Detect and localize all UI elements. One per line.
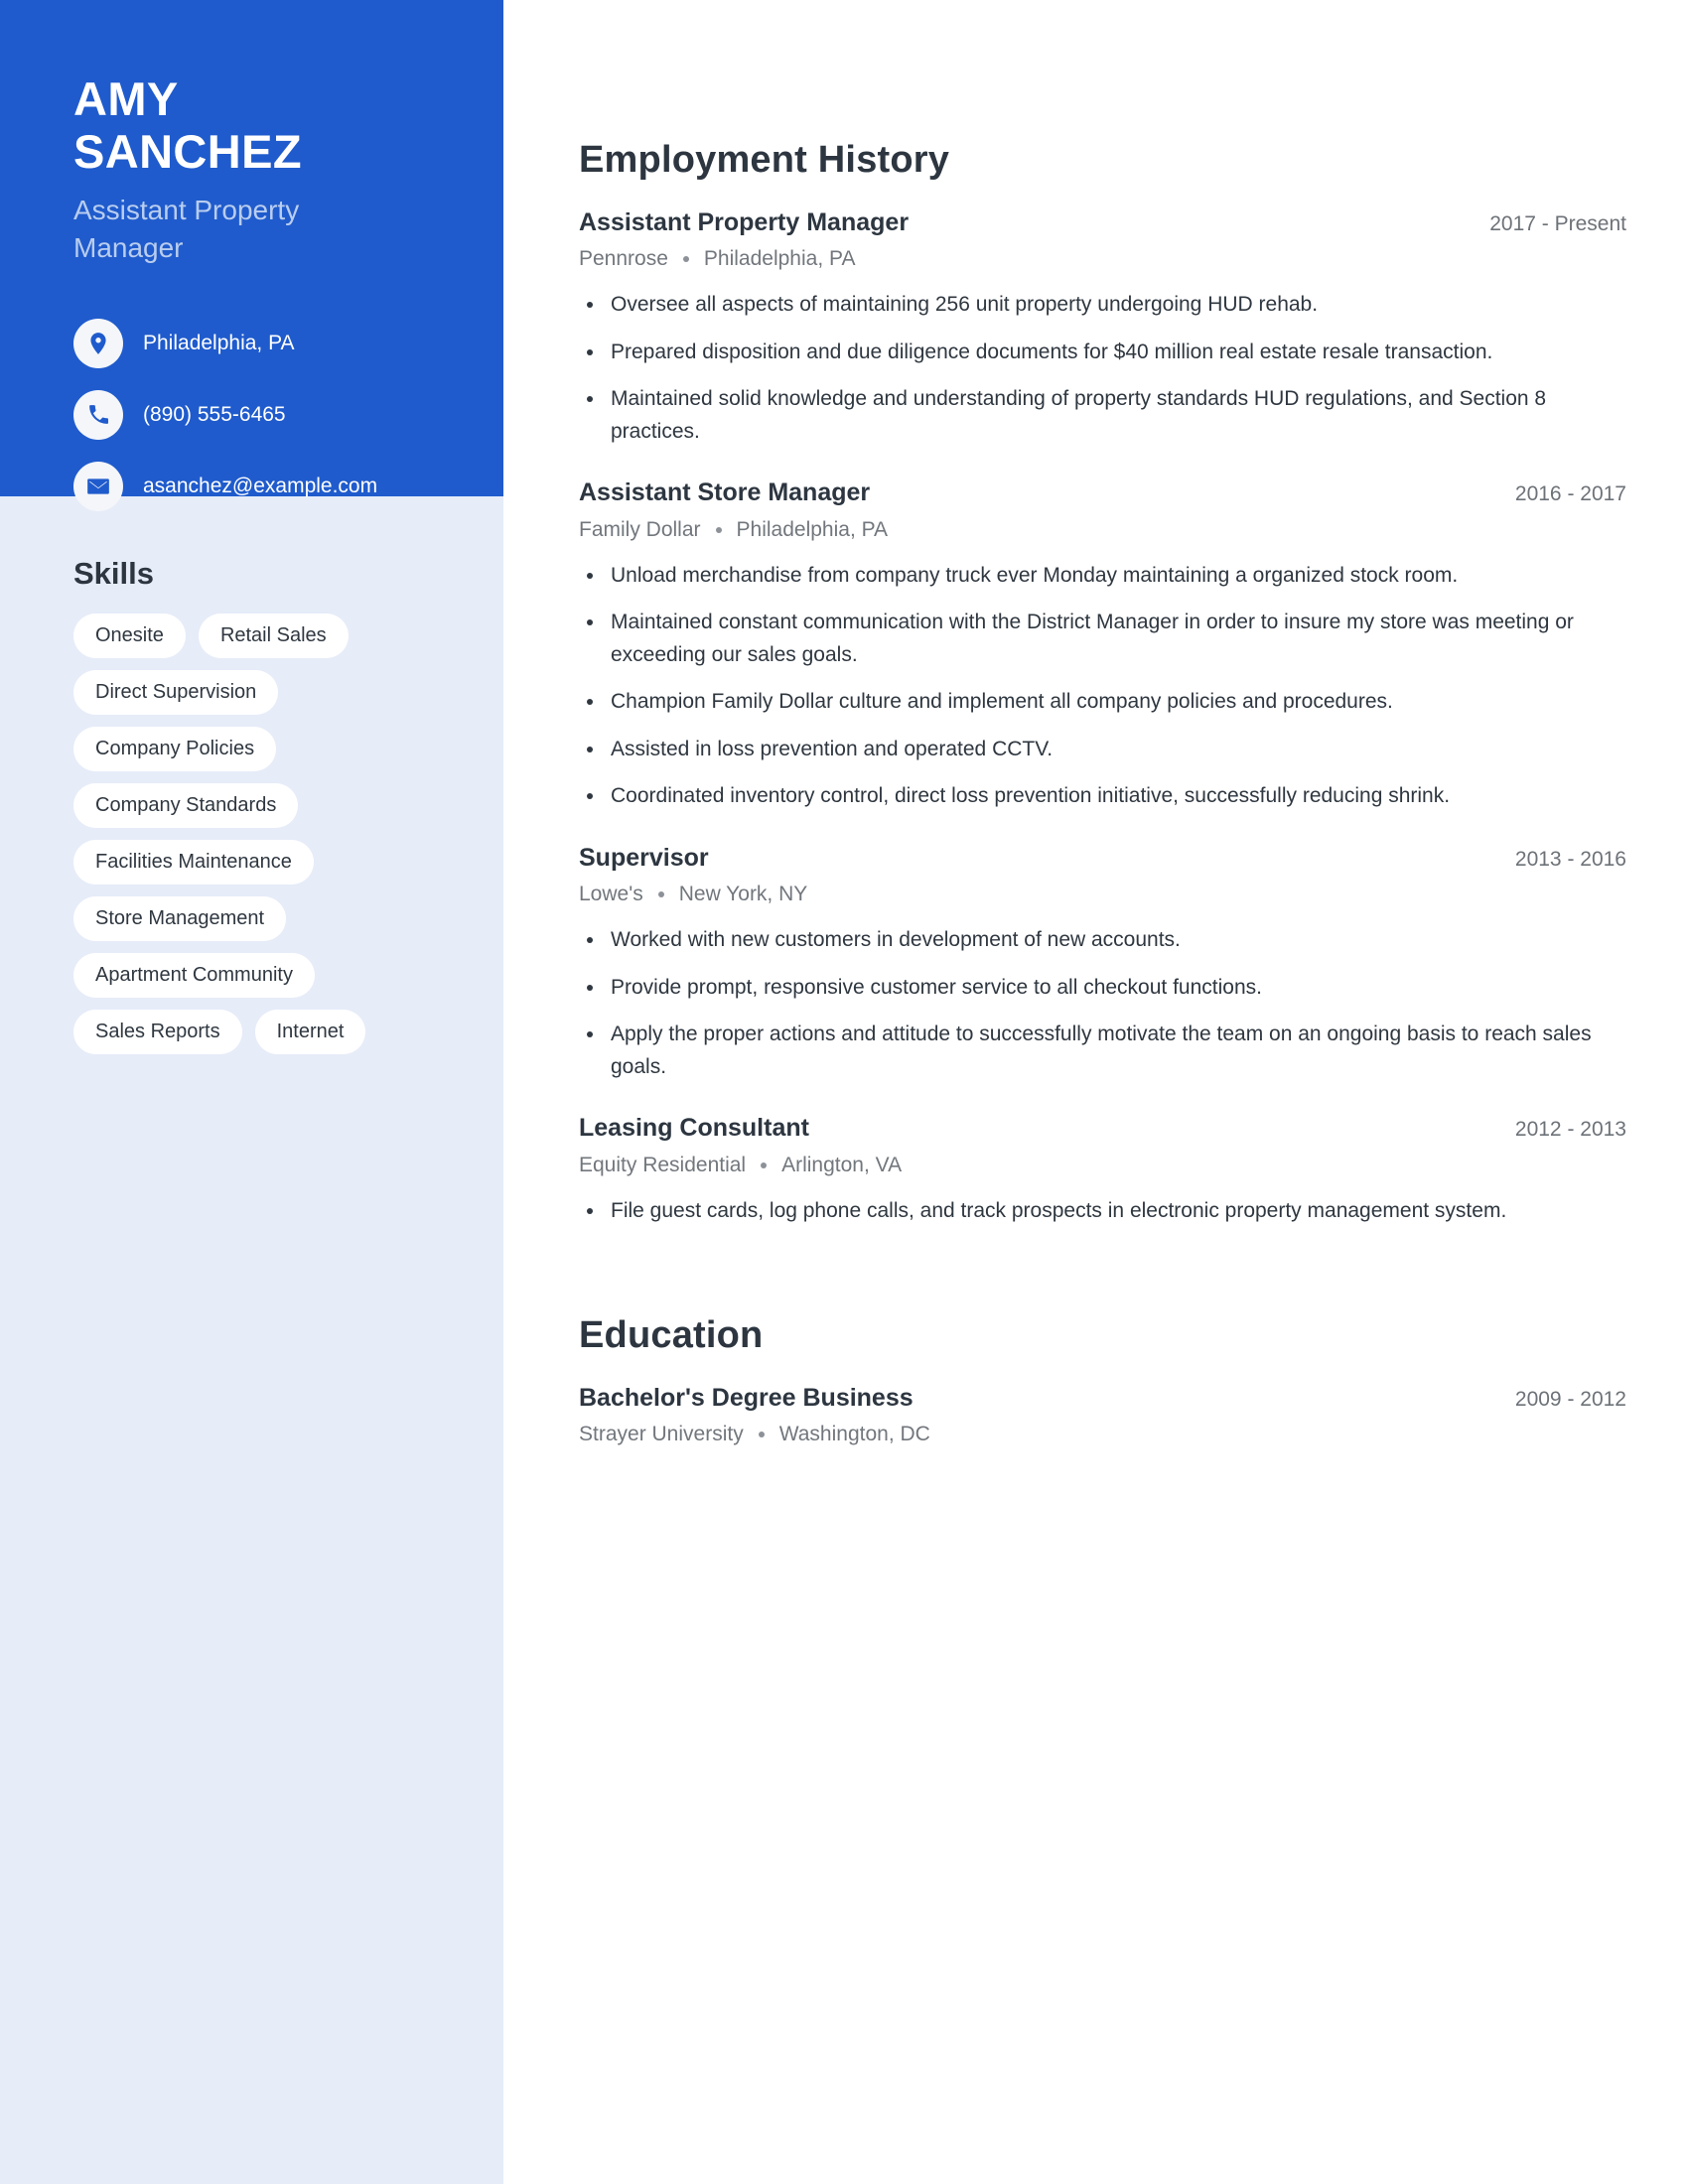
entry-location: Philadelphia, PA xyxy=(703,247,856,271)
education-entry-list: Bachelor's Degree Business 2009 - 2012 Str… xyxy=(579,1383,1626,1446)
entry-bullet: Prepared disposition and due diligence d… xyxy=(579,337,1626,369)
entry-company: Strayer University xyxy=(579,1423,744,1446)
entry-location: Washington, DC xyxy=(778,1423,930,1446)
entry-bullet-list: File guest cards, log phone calls, and t… xyxy=(579,1195,1626,1228)
entry-dates: 2017 - Present xyxy=(1489,212,1626,235)
entry-bullet-list: Unload merchandise from company truck ev… xyxy=(579,560,1626,813)
entry: Leasing Consultant 2012 - 2013 Equity Resi… xyxy=(579,1113,1626,1227)
entry-meta: Pennrose Philadelphia, PA xyxy=(579,247,1626,271)
sidebar-header: AMY SANCHEZ Assistant Property Manager P… xyxy=(0,0,503,511)
skill-tag: Internet xyxy=(254,1010,366,1054)
entry-bullet: Maintained solid knowledge and understan… xyxy=(579,383,1626,448)
entry-company: Equity Residential xyxy=(579,1153,747,1176)
skill-tag: Apartment Community xyxy=(73,953,315,998)
entry-header: Assistant Property Manager 2017 - Present xyxy=(579,207,1626,238)
entry-bullet-list: Oversee all aspects of maintaining 256 u… xyxy=(579,289,1626,448)
location-pin-icon xyxy=(73,318,123,368)
entry-role: Leasing Consultant xyxy=(579,1114,809,1143)
entry: Assistant Property Manager 2017 - Present… xyxy=(579,207,1626,448)
entry-bullet: Champion Family Dollar culture and imple… xyxy=(579,686,1626,719)
entry-role: Supervisor xyxy=(579,843,709,872)
skill-tag: Company Standards xyxy=(73,783,299,828)
education-section: Education Bachelor's Degree Business 2009… xyxy=(579,1314,1626,1446)
employment-history-section: Employment History Assistant Property Ma… xyxy=(579,139,1626,1227)
entry-header: Bachelor's Degree Business 2009 - 2012 xyxy=(579,1383,1626,1414)
resume-page: AMY SANCHEZ Assistant Property Manager P… xyxy=(0,0,1688,2184)
contact-item-location: Philadelphia, PA xyxy=(73,318,430,368)
entry-role: Assistant Store Manager xyxy=(579,478,871,507)
meta-separator-dot xyxy=(657,891,664,898)
entry-bullet: Worked with new customers in development… xyxy=(579,924,1626,957)
skill-tag: Direct Supervision xyxy=(73,670,279,715)
entry-bullet-list: Worked with new customers in development… xyxy=(579,924,1626,1083)
employment-entry-list: Assistant Property Manager 2017 - Present… xyxy=(579,207,1626,1227)
skills-section-title: Skills xyxy=(73,556,154,591)
entry-bullet: Unload merchandise from company truck ev… xyxy=(579,560,1626,593)
entry-dates: 2016 - 2017 xyxy=(1514,482,1626,506)
contact-list: Philadelphia, PA (890) 555-6465 asanchez… xyxy=(73,318,430,511)
contact-phone-text: (890) 555-6465 xyxy=(143,403,286,427)
contact-item-phone: (890) 555-6465 xyxy=(73,389,430,440)
meta-separator-dot xyxy=(715,526,722,533)
entry-meta: Family Dollar Philadelphia, PA xyxy=(579,518,1626,542)
entry-dates: 2012 - 2013 xyxy=(1514,1118,1626,1142)
entry-bullet: File guest cards, log phone calls, and t… xyxy=(579,1195,1626,1228)
skill-tag: Retail Sales xyxy=(198,614,349,658)
employment-history-title: Employment History xyxy=(579,139,950,181)
skill-tag: Sales Reports xyxy=(73,1010,242,1054)
skill-tag: Company Policies xyxy=(73,727,277,771)
entry-company: Lowe's xyxy=(579,883,643,906)
sidebar: AMY SANCHEZ Assistant Property Manager P… xyxy=(0,0,503,2184)
envelope-icon xyxy=(73,461,123,511)
contact-email-text: asanchez@example.com xyxy=(143,475,378,498)
entry-header: Assistant Store Manager 2016 - 2017 xyxy=(579,478,1626,508)
entry-bullet: Apply the proper actions and attitude to… xyxy=(579,1019,1626,1083)
entry-location: Arlington, VA xyxy=(781,1153,903,1176)
entry-header: Supervisor 2013 - 2016 xyxy=(579,843,1626,874)
sidebar-body: Skills Onesite Retail Sales Direct Supervi… xyxy=(0,496,503,1054)
education-title: Education xyxy=(579,1314,764,1357)
entry-location: New York, NY xyxy=(678,883,808,906)
entry: Assistant Store Manager 2016 - 2017 Family… xyxy=(579,478,1626,813)
entry-bullet: Provide prompt, responsive customer serv… xyxy=(579,972,1626,1005)
skill-tag: Facilities Maintenance xyxy=(73,840,314,885)
entry: Bachelor's Degree Business 2009 - 2012 Str… xyxy=(579,1383,1626,1446)
skill-tag-list: Onesite Retail Sales Direct Supervision Com… xyxy=(73,614,401,1054)
entry-company: Pennrose xyxy=(579,247,668,271)
entry-location: Philadelphia, PA xyxy=(736,517,889,541)
entry-meta: Equity Residential Arlington, VA xyxy=(579,1154,1626,1177)
candidate-name: AMY SANCHEZ xyxy=(73,72,430,178)
entry-header: Leasing Consultant 2012 - 2013 xyxy=(579,1113,1626,1144)
entry-meta: Strayer University Washington, DC xyxy=(579,1423,1626,1446)
skill-tag: Onesite xyxy=(73,614,186,658)
entry-role: Assistant Property Manager xyxy=(579,208,910,236)
meta-separator-dot xyxy=(682,256,689,263)
entry-company: Family Dollar xyxy=(579,517,701,541)
entry-bullet: Maintained constant communication with t… xyxy=(579,607,1626,671)
entry-bullet: Coordinated inventory control, direct lo… xyxy=(579,780,1626,813)
entry-bullet: Oversee all aspects of maintaining 256 u… xyxy=(579,289,1626,322)
first-name: AMY xyxy=(73,72,179,125)
entry: Supervisor 2013 - 2016 Lowe's New York, NY W… xyxy=(579,843,1626,1083)
entry-bullet: Assisted in loss prevention and operated… xyxy=(579,734,1626,766)
contact-location-text: Philadelphia, PA xyxy=(143,332,295,355)
meta-separator-dot xyxy=(758,1432,765,1438)
entry-meta: Lowe's New York, NY xyxy=(579,883,1626,906)
skill-tag: Store Management xyxy=(73,896,287,941)
entry-dates: 2009 - 2012 xyxy=(1514,1388,1626,1412)
phone-icon xyxy=(73,389,123,440)
entry-role: Bachelor's Degree Business xyxy=(579,1384,914,1413)
meta-separator-dot xyxy=(761,1161,768,1168)
entry-dates: 2013 - 2016 xyxy=(1514,847,1626,871)
last-name: SANCHEZ xyxy=(73,124,302,178)
main-content: Employment History Assistant Property Ma… xyxy=(503,0,1688,2184)
candidate-job-title: Assistant Property Manager xyxy=(73,195,300,264)
